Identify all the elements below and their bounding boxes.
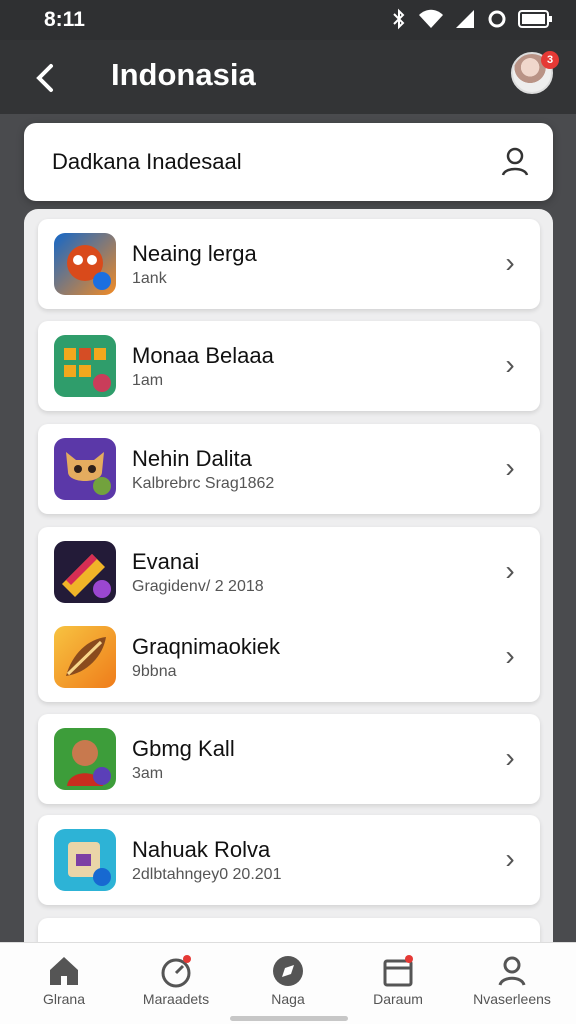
app-subtitle: Gragidenv/ 2 2018: [132, 578, 264, 595]
list-item[interactable]: Gbmg Kall 3am ›: [38, 714, 540, 804]
back-button[interactable]: [26, 58, 66, 98]
app-name: Evanai: [132, 549, 200, 574]
list-card: Neaing lerga 1ank ›: [38, 219, 540, 309]
nav-item-timer[interactable]: Maraadets: [126, 953, 226, 1007]
box-character-icon: [54, 829, 116, 891]
list-item[interactable]: Nahuak Rolva 2dlbtahngey0 20.201 ›: [38, 815, 540, 905]
chevron-right-icon: ›: [505, 349, 515, 380]
timer-icon: [161, 955, 191, 988]
wifi-icon: [418, 8, 444, 35]
search-input[interactable]: [52, 143, 462, 181]
block-game-icon: [54, 335, 116, 397]
feather-icon: [54, 626, 116, 688]
nav-item-home[interactable]: Glrana: [14, 953, 114, 1007]
app-name: Gbmg Kall: [132, 736, 235, 761]
app-subtitle: 1am: [132, 372, 164, 389]
list-item[interactable]: Nehin Dalita Kalbrebrc Srag1862 ›: [38, 424, 540, 514]
app-subtitle: 9bbna: [132, 663, 177, 680]
nav-label: Daraum: [373, 991, 423, 1007]
arrow-left-icon: [36, 64, 53, 92]
page-title: Indonasia: [111, 57, 256, 92]
chevron-right-icon: ›: [505, 843, 515, 874]
notification-badge: 3: [541, 51, 559, 69]
app-subtitle: 1ank: [132, 270, 167, 287]
nav-label: Naga: [271, 991, 305, 1007]
list-card: Nahuak Rolva 2dlbtahngey0 20.201 ›: [38, 815, 540, 905]
calendar-icon: [383, 955, 413, 987]
nav-label: Glrana: [42, 991, 86, 1007]
chevron-right-icon: ›: [505, 247, 515, 278]
app-name: Graqnimaokiek: [132, 634, 280, 659]
nav-label: Maraadets: [142, 991, 210, 1007]
nav-item-calendar[interactable]: Daraum: [348, 953, 448, 1007]
nav-item-profile[interactable]: Nvaserleens: [462, 953, 562, 1007]
compass-icon: [273, 956, 303, 986]
battery-icon: [518, 9, 554, 34]
fox-character-icon: [54, 233, 116, 295]
chevron-right-icon: ›: [505, 452, 515, 483]
list-card: Gbmg Kall 3am ›: [38, 714, 540, 804]
search-card: [24, 123, 553, 201]
app-bar: Indonasia 3: [0, 40, 576, 114]
bottom-navigation: Glrana Maraadets Naga Daraum Nvaserleens: [0, 942, 576, 1024]
status-bar: 8:11: [0, 0, 576, 40]
candy-game-icon: [54, 541, 116, 603]
cat-character-icon: [54, 438, 116, 500]
list-card: Evanai Gragidenv/ 2 2018 › Graqnimaokiek…: [38, 527, 540, 702]
chevron-right-icon: ›: [505, 742, 515, 773]
sync-icon: [486, 8, 508, 35]
list-item[interactable]: Graqnimaokiek 9bbna ›: [38, 612, 540, 702]
chevron-right-icon: ›: [505, 555, 515, 586]
nav-item-compass[interactable]: Naga: [238, 953, 338, 1007]
partial-list-card: [38, 918, 540, 943]
app-list: Neaing lerga 1ank › Monaa Belaaa 1am › N…: [24, 209, 553, 943]
list-card: Nehin Dalita Kalbrebrc Srag1862 ›: [38, 424, 540, 514]
status-icons: [390, 8, 554, 35]
bluetooth-icon: [390, 8, 408, 35]
signal-icon: [454, 8, 476, 35]
status-time: 8:11: [44, 8, 85, 31]
avatar[interactable]: 3: [511, 51, 559, 94]
list-item[interactable]: Neaing lerga 1ank ›: [38, 219, 540, 309]
list-item[interactable]: Monaa Belaaa 1am ›: [38, 321, 540, 411]
list-card: Monaa Belaaa 1am ›: [38, 321, 540, 411]
user-icon[interactable]: [499, 145, 531, 177]
warrior-character-icon: [54, 728, 116, 790]
chevron-right-icon: ›: [505, 640, 515, 671]
home-indicator[interactable]: [230, 1016, 348, 1021]
app-name: Neaing lerga: [132, 241, 257, 266]
app-name: Nehin Dalita: [132, 446, 252, 471]
home-icon: [50, 957, 78, 985]
app-name: Nahuak Rolva: [132, 837, 271, 862]
list-item[interactable]: Evanai Gragidenv/ 2 2018 ›: [38, 527, 540, 617]
app-name: Monaa Belaaa: [132, 343, 274, 368]
nav-label: Nvaserleens: [473, 991, 551, 1007]
app-subtitle: 3am: [132, 765, 164, 782]
app-subtitle: 2dlbtahngey0 20.201: [132, 866, 282, 883]
app-subtitle: Kalbrebrc Srag1862: [132, 475, 275, 492]
profile-icon: [498, 956, 526, 986]
